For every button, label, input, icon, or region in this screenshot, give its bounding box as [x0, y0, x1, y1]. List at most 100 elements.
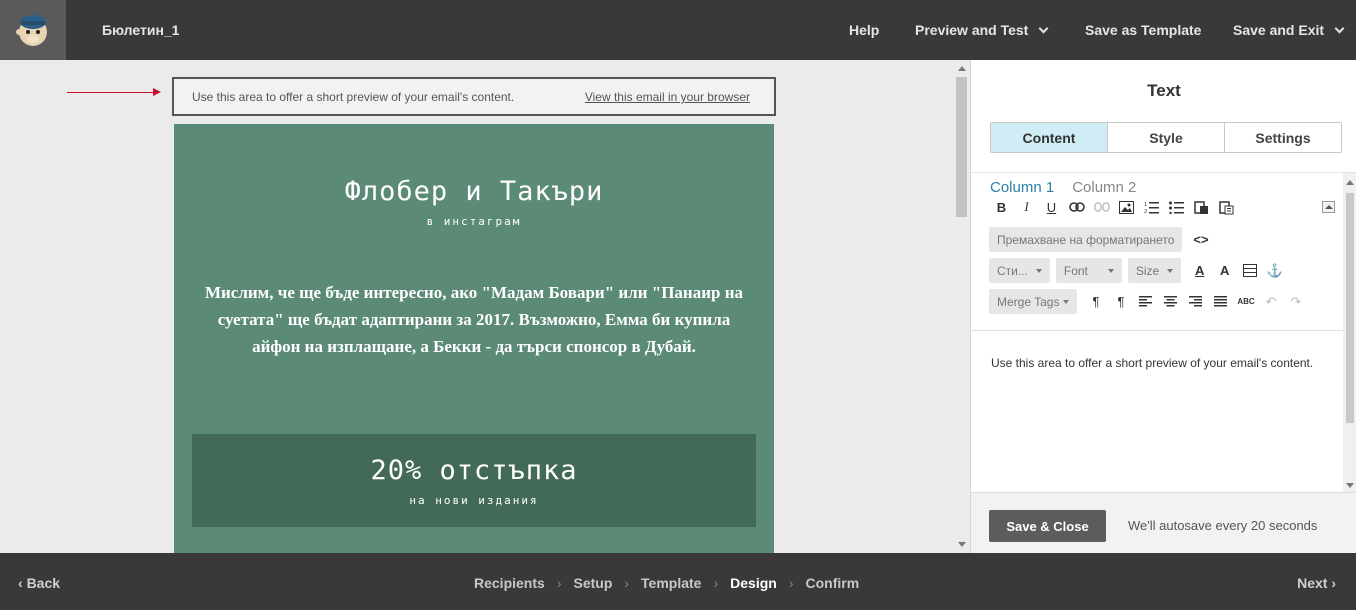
chevron-right-icon: ›	[1327, 575, 1336, 591]
save-exit-label: Save and Exit	[1233, 22, 1325, 38]
preheader-text: Use this area to offer a short preview o…	[192, 90, 515, 104]
italic-icon[interactable]: I	[1014, 196, 1039, 218]
back-button[interactable]: ‹ Back	[18, 575, 60, 591]
tab-content[interactable]: Content	[991, 123, 1108, 152]
tab-style[interactable]: Style	[1108, 123, 1225, 152]
link-icon[interactable]	[1064, 196, 1089, 218]
remove-format-button[interactable]: Премахване на форматирането	[989, 227, 1183, 252]
step-design[interactable]: Design	[730, 575, 777, 591]
chevron-down-icon	[1038, 23, 1049, 33]
ordered-list-icon[interactable]: 12	[1139, 196, 1164, 218]
undo-icon[interactable]: ↶	[1258, 291, 1283, 313]
toolbar-row-3: Сти... Font Size A A ⚓	[989, 258, 1287, 283]
paragraph-ltr-icon[interactable]: ¶	[1083, 291, 1108, 313]
chevron-right-icon: ›	[788, 575, 794, 591]
back-label: Back	[26, 575, 61, 591]
svg-text:1: 1	[1144, 202, 1147, 208]
email-subtitle: в инстаграм	[426, 215, 522, 228]
background-color-icon[interactable]: A	[1212, 260, 1237, 282]
chevron-down-icon	[1334, 23, 1345, 33]
dropdown-arrow-icon	[1107, 268, 1114, 273]
text-editor-panel: Text Content Style Settings Column 1 Col…	[970, 60, 1356, 553]
toolbar-row-1: B I U 12	[989, 196, 1239, 218]
panel-tabs: Content Style Settings	[990, 122, 1342, 153]
source-code-icon[interactable]: <>	[1188, 229, 1213, 251]
preview-test-menu[interactable]: Preview and Test	[915, 22, 1049, 38]
step-confirm[interactable]: Confirm	[806, 575, 860, 591]
editor-content[interactable]: Use this area to offer a short preview o…	[991, 353, 1321, 373]
unlink-icon[interactable]	[1089, 196, 1114, 218]
red-arrow-icon	[67, 88, 161, 96]
dropdown-arrow-icon	[1035, 268, 1042, 273]
styles-dropdown-label: Сти...	[997, 263, 1028, 278]
justify-icon[interactable]	[1208, 291, 1233, 313]
bottom-bar: ‹ Back Recipients › Setup › Template › D…	[0, 553, 1356, 610]
redo-icon[interactable]: ↷	[1283, 291, 1308, 313]
view-in-browser-link[interactable]: View this email in your browser	[585, 90, 750, 104]
editor-scrollbar[interactable]	[1343, 173, 1356, 493]
font-color-icon[interactable]: A	[1187, 260, 1212, 282]
tab-settings[interactable]: Settings	[1225, 123, 1341, 152]
save-template-button[interactable]: Save as Template	[1085, 22, 1201, 38]
preheader-block[interactable]: Use this area to offer a short preview o…	[172, 77, 776, 116]
step-template[interactable]: Template	[641, 575, 701, 591]
paste-text-icon[interactable]	[1214, 196, 1239, 218]
paragraph-rtl-icon[interactable]: ¶	[1108, 291, 1133, 313]
toolbar-row-2: Премахване на форматирането <>	[989, 227, 1213, 252]
dropdown-arrow-icon	[1063, 299, 1070, 304]
scroll-up-icon[interactable]	[1346, 180, 1354, 185]
preview-test-label: Preview and Test	[915, 22, 1029, 38]
unordered-list-icon[interactable]	[1164, 196, 1189, 218]
font-dropdown[interactable]: Font	[1055, 258, 1122, 283]
promo-subtitle: на нови издания	[409, 494, 539, 507]
rich-text-editor: B I U 12 Премахване на форматирането <> …	[971, 172, 1356, 493]
promo-title: 20% отстъпка	[370, 455, 578, 486]
spellcheck-icon[interactable]: ABC	[1233, 291, 1258, 313]
toolbar-row-4: Merge Tags ¶ ¶ ABC ↶ ↷	[989, 289, 1308, 314]
dropdown-arrow-icon	[1167, 268, 1174, 273]
scroll-down-icon[interactable]	[1346, 483, 1354, 488]
align-left-icon[interactable]	[1133, 291, 1158, 313]
canvas-scrollbar[interactable]	[953, 60, 970, 553]
top-bar: Бюлетин_1 Help Preview and Test Save as …	[0, 0, 1356, 60]
paste-icon[interactable]	[1189, 196, 1214, 218]
campaign-name[interactable]: Бюлетин_1	[102, 22, 179, 38]
align-center-icon[interactable]	[1158, 291, 1183, 313]
merge-tags-label: Merge Tags	[997, 294, 1060, 309]
bold-icon[interactable]: B	[989, 196, 1014, 218]
help-link[interactable]: Help	[849, 22, 879, 38]
chevron-right-icon: ›	[556, 575, 562, 591]
merge-tags-dropdown[interactable]: Merge Tags	[989, 289, 1078, 314]
save-close-button[interactable]: Save & Close	[989, 510, 1106, 542]
email-paragraph: Мислим, че ще бъде интересно, ако "Мадам…	[204, 283, 744, 356]
next-button[interactable]: Next ›	[1297, 575, 1336, 591]
email-canvas: Use this area to offer a short preview o…	[0, 60, 970, 553]
step-setup[interactable]: Setup	[573, 575, 612, 591]
align-right-icon[interactable]	[1183, 291, 1208, 313]
save-template-label: Save as Template	[1085, 22, 1202, 38]
anchor-icon[interactable]: ⚓	[1262, 260, 1287, 282]
scroll-thumb[interactable]	[956, 77, 967, 217]
font-dropdown-label: Font	[1063, 263, 1088, 278]
styles-dropdown[interactable]: Сти...	[989, 258, 1050, 283]
underline-icon[interactable]: U	[1039, 196, 1064, 218]
chevron-left-icon: ‹	[18, 575, 27, 591]
promo-block[interactable]: 20% отстъпка на нови издания	[192, 434, 756, 527]
help-label: Help	[849, 22, 880, 38]
panel-footer: Save & Close We'll autosave every 20 sec…	[971, 492, 1356, 553]
editor-toolbar: B I U 12 Премахване на форматирането <> …	[971, 196, 1343, 331]
next-label: Next	[1297, 575, 1328, 591]
svg-text:2: 2	[1144, 209, 1147, 214]
scroll-down-icon[interactable]	[958, 542, 966, 547]
mailchimp-logo-icon[interactable]	[0, 0, 66, 60]
collapse-toolbar-icon[interactable]	[1322, 201, 1335, 213]
chevron-right-icon: ›	[624, 575, 630, 591]
save-exit-menu[interactable]: Save and Exit	[1233, 22, 1345, 38]
size-dropdown[interactable]: Size	[1127, 258, 1182, 283]
image-icon[interactable]	[1114, 196, 1139, 218]
scroll-up-icon[interactable]	[958, 66, 966, 71]
scroll-thumb[interactable]	[1346, 193, 1354, 423]
table-icon[interactable]	[1237, 260, 1262, 282]
email-body[interactable]: Флобер и Такъри в инстаграм Мислим, че щ…	[174, 124, 774, 553]
step-recipients[interactable]: Recipients	[474, 575, 545, 591]
